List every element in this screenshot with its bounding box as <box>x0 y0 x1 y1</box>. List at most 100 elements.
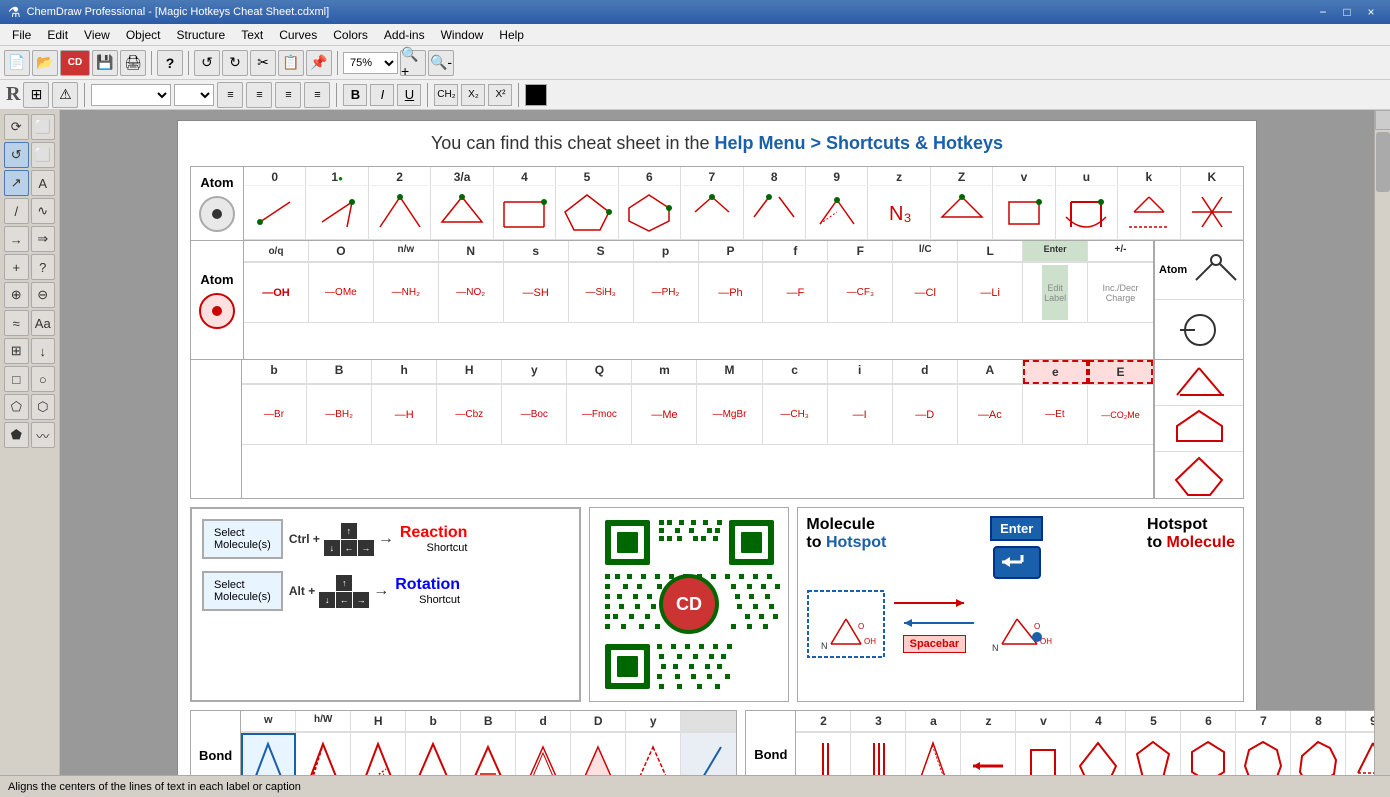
zoom-select[interactable]: 25% 50% 75% 100% 150% 200% <box>343 52 398 74</box>
undo-button[interactable]: ↺ <box>194 50 220 76</box>
menu-colors[interactable]: Colors <box>325 26 376 44</box>
copy-button[interactable]: 📋 <box>278 50 304 76</box>
align-left-button[interactable]: ≡ <box>217 82 243 108</box>
grid-view-button[interactable]: ⊞ <box>23 82 49 108</box>
close-button[interactable]: × <box>1360 3 1382 21</box>
key-e: e <box>1023 360 1088 384</box>
paste-button[interactable]: 📌 <box>306 50 332 76</box>
hexagon-tool[interactable]: ⬡ <box>31 394 56 420</box>
menu-edit[interactable]: Edit <box>39 26 76 44</box>
wavy-tool[interactable]: ≈ <box>4 310 29 336</box>
text-tool[interactable]: A <box>31 170 56 196</box>
struct-inc-charge: Inc./DecrCharge <box>1088 263 1153 323</box>
circle-tool[interactable]: ○ <box>31 366 56 392</box>
wave2-tool[interactable]: 〰 <box>31 422 56 448</box>
struct-CO2Me: —CO₂Me <box>1088 385 1153 445</box>
key-cell-2: 2 <box>369 167 431 240</box>
key-m: m <box>632 360 697 384</box>
select-tool[interactable]: ⬜ <box>31 114 56 140</box>
arrow2-tool[interactable]: → <box>4 226 29 252</box>
menu-view[interactable]: View <box>76 26 118 44</box>
font-size-select[interactable] <box>174 84 214 106</box>
grid-tool[interactable]: ⊞ <box>4 338 29 364</box>
lasso-tool[interactable]: ⟳ <box>4 114 29 140</box>
key-cell-9: 9 <box>806 167 868 240</box>
menu-object[interactable]: Object <box>118 26 169 44</box>
key-cell-5: 5 <box>556 167 618 240</box>
key-cell-8: 8 <box>744 167 806 240</box>
sep4 <box>84 83 85 107</box>
bond-tool[interactable]: / <box>4 198 29 224</box>
svg-text:OH: OH <box>864 637 876 646</box>
align-center-button[interactable]: ≡ <box>246 82 272 108</box>
rect-tool[interactable]: □ <box>4 366 29 392</box>
arrow-tool[interactable]: ↗ <box>4 170 29 196</box>
subscript-button[interactable]: X₂ <box>461 84 485 106</box>
restore-button[interactable]: □ <box>1336 3 1358 21</box>
plus-tool[interactable]: + <box>4 254 29 280</box>
redo-button[interactable]: ↻ <box>222 50 248 76</box>
vertical-scrollbar[interactable] <box>1374 110 1390 775</box>
bond-struct-B2 <box>461 733 516 775</box>
menu-bar: File Edit View Object Structure Text Cur… <box>0 24 1390 46</box>
font-family-select[interactable] <box>91 84 171 106</box>
struct-OH: —OH <box>244 263 309 323</box>
warning-button[interactable]: ⚠ <box>52 82 78 108</box>
menu-structure[interactable]: Structure <box>169 26 234 44</box>
canvas-area[interactable]: You can find this cheat sheet in the Hel… <box>60 110 1374 775</box>
to-molecule-label: to Molecule <box>1147 534 1235 552</box>
bond-struct-2 <box>796 733 851 775</box>
struct-Br: —Br <box>242 385 307 445</box>
query-tool[interactable]: ? <box>31 254 56 280</box>
key-cell-1: 1● <box>306 167 368 240</box>
zoom-tool[interactable]: ⊕ <box>4 282 29 308</box>
subscript2-button[interactable]: CH₂ <box>434 84 458 106</box>
key-Q: Q <box>567 360 632 384</box>
open-button[interactable]: 📂 <box>32 50 58 76</box>
text2-tool[interactable]: Aa <box>31 310 56 336</box>
justify-button[interactable]: ≡ <box>304 82 330 108</box>
retro-tool[interactable]: ⇒ <box>31 226 56 252</box>
key-cell-K: K <box>1181 167 1243 240</box>
struct-Me: —Me <box>632 385 697 445</box>
menu-file[interactable]: File <box>4 26 39 44</box>
print-button[interactable]: 🖨 <box>120 50 146 76</box>
save-button[interactable]: 💾 <box>92 50 118 76</box>
bond-struct-a <box>906 733 961 775</box>
superscript-button[interactable]: X² <box>488 84 512 106</box>
help-button[interactable]: ? <box>157 50 183 76</box>
molecule-to-hotspot: Molecule <box>806 516 886 534</box>
bold-button[interactable]: B <box>343 84 367 106</box>
hotspot-to-molecule: Hotspot <box>1147 516 1235 534</box>
poly-tool[interactable]: ⬟ <box>4 422 29 448</box>
atom-label-1: Atom <box>191 167 243 240</box>
push-tool[interactable]: ↓ <box>31 338 56 364</box>
bond-struct-D2 <box>571 733 626 775</box>
eraser-tool[interactable]: ⬜ <box>31 142 56 168</box>
new-button[interactable]: 📄 <box>4 50 30 76</box>
menu-curves[interactable]: Curves <box>271 26 325 44</box>
rotate-tool[interactable]: ↺ <box>4 142 29 168</box>
key-cell-z: zN₃ <box>868 167 930 240</box>
color-picker[interactable] <box>525 84 547 106</box>
menu-addins[interactable]: Add-ins <box>376 26 433 44</box>
cut-button[interactable]: ✂ <box>250 50 276 76</box>
pentagon-tool[interactable]: ⬠ <box>4 394 29 420</box>
zoom2-tool[interactable]: ⊖ <box>31 282 56 308</box>
to-hotspot-label: to Hotspot <box>806 534 886 552</box>
zoom-out-button[interactable]: 🔍- <box>428 50 454 76</box>
key-Enter: Enter <box>1023 241 1088 262</box>
italic-button[interactable]: I <box>370 84 394 106</box>
minimize-button[interactable]: − <box>1312 3 1334 21</box>
menu-window[interactable]: Window <box>433 26 492 44</box>
cheat-sheet: You can find this cheat sheet in the Hel… <box>178 121 1256 775</box>
underline-button[interactable]: U <box>397 84 421 106</box>
menu-help[interactable]: Help <box>491 26 532 44</box>
zoom-in-button[interactable]: 🔍+ <box>400 50 426 76</box>
menu-text[interactable]: Text <box>233 26 271 44</box>
key-cell-3: 3/a <box>431 167 493 240</box>
left-toolbox: ⟳ ⬜ ↺ ⬜ ↗ A / ∿ → ⇒ + ? ⊕ ⊖ ≈ Aa <box>0 110 60 775</box>
chain-tool[interactable]: ∿ <box>31 198 56 224</box>
align-right-button[interactable]: ≡ <box>275 82 301 108</box>
canvas-content: You can find this cheat sheet in the Hel… <box>177 120 1257 775</box>
